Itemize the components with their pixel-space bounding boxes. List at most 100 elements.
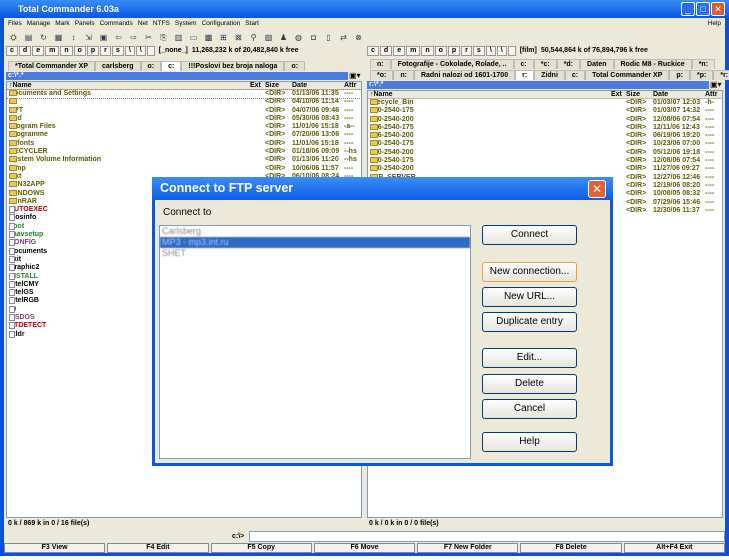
drive-button-5[interactable]: o [73,46,86,56]
menu-ntfs[interactable]: NTFS [153,18,170,30]
menu-net[interactable]: Net [138,18,148,30]
file-row[interactable]: psfonts <DIR> 11/01/06 15:18 ---- [7,139,361,148]
cut-icon[interactable]: ✂ [143,32,154,43]
menu-panels[interactable]: Panels [75,18,95,30]
drive-button-11[interactable] [146,46,155,56]
user-icon[interactable]: ♟ [278,32,289,43]
drive-button-0[interactable]: c [6,46,18,56]
folder-tab[interactable]: carlsberg [95,60,141,71]
folder-tab[interactable]: *o: [370,69,394,80]
file-row[interactable]: .Recycle_Bin <DIR> 01/03/07 12:03 -h- [368,99,722,107]
folder-tab[interactable]: c: [513,58,534,69]
column-date[interactable]: Date [292,82,307,90]
drive-button-8[interactable]: s [111,46,124,56]
compare-icon[interactable]: ⊞ [218,32,229,43]
folder-tab[interactable]: *c: [533,58,557,69]
menu-files[interactable]: Files [8,18,22,30]
connection-item[interactable]: SHET [160,248,470,259]
connection-item[interactable]: Carlsberg [160,226,470,237]
drive-button-4[interactable]: n [60,46,73,56]
column-size[interactable]: Size [265,82,279,90]
drive-button-7[interactable]: r [461,46,472,56]
folder-icon[interactable]: ▭ [188,32,199,43]
drive-button-9[interactable]: \ [485,46,496,56]
folder-tab[interactable]: c: [564,69,586,80]
folder-tab[interactable]: Total Commander XP [585,69,670,80]
copy-icon[interactable]: ⎘ [158,32,169,43]
sync-icon[interactable]: ⊠ [233,32,244,43]
folder-tab[interactable]: p: [669,69,691,80]
grid-icon[interactable]: ▦ [53,32,64,43]
notes-icon[interactable]: ▧ [263,32,274,43]
command-input[interactable] [249,531,725,542]
view-icon[interactable]: ▤ [23,32,34,43]
file-row[interactable]: Programme <DIR> 07/20/06 13:06 ---- [7,131,361,139]
column-attr[interactable]: Attr [344,82,356,90]
drive-button-4[interactable]: n [421,46,434,56]
file-row[interactable]: System Volume Information <DIR> 01/13/06 1… [7,156,361,164]
folder-tab[interactable]: *p: [690,69,714,80]
drive-button-10[interactable]: \ [496,46,507,56]
fkey-f7[interactable]: F7 New Folder [417,543,519,553]
column-name[interactable]: ↑Name [370,91,393,99]
folder-tab[interactable]: *d: [556,58,581,69]
new-url-button[interactable]: New URL... [482,287,577,307]
file-row[interactable]: 520-2540-175 <DIR> 12/08/06 07:54 ---- [368,157,722,165]
column-name[interactable]: ↑Name [9,82,32,90]
connection-item[interactable]: MP3 - mp3.int.ru [160,237,470,248]
folder-tab[interactable]: *n: [691,58,716,69]
menu-start[interactable]: Start [245,18,259,30]
globe-icon[interactable]: ◍ [293,32,304,43]
drive-button-8[interactable]: s [472,46,485,56]
file-row[interactable]: 356-2540-200 <DIR> 06/19/06 19:20 ---- [368,132,722,140]
menu-help[interactable]: Help [708,18,721,30]
file-row[interactable]: 310-2540-175 <DIR> 01/03/07 14:32 ---- [368,107,722,115]
help-button[interactable]: Help [482,432,577,452]
dir-tree-icon[interactable]: ⛭ [8,32,19,43]
refresh-icon[interactable]: ↻ [38,32,49,43]
menu-commands[interactable]: Commands [100,18,133,30]
left-history-buttons[interactable]: ▣▾ [349,71,361,80]
drive-button-11[interactable] [507,46,516,56]
file-row[interactable]: RECYCLER <DIR> 01/18/06 09:09 --hs [7,148,361,156]
file-row[interactable]: 356-2540-175 <DIR> 12/11/06 12:43 ---- [368,123,722,132]
fkey-f3[interactable]: F3 View [4,543,106,553]
dialog-close-button[interactable]: ✕ [588,180,606,198]
pack-icon[interactable]: ▩ [203,32,214,43]
file-row[interactable]: 520-2540-200 <DIR> 11/27/06 09:27 ---- [368,165,722,173]
fkey-f4[interactable]: F4 Edit [107,543,209,553]
connection-list[interactable]: Carlsberg MP3 - mp3.int.ru SHET [159,225,471,459]
fkey-alt-f4[interactable]: Alt+F4 Exit [623,543,725,553]
delete-button[interactable]: Delete [482,374,577,394]
drive-button-2[interactable]: e [32,46,45,56]
folder-tab[interactable]: !!!Poslovi bez broja naloga [181,60,285,71]
search-icon[interactable]: ⚲ [248,32,259,43]
folder-tab[interactable]: *r: [713,69,729,80]
file-row[interactable]: 460-2540-200 <DIR> 05/12/06 19:18 ---- [368,148,722,157]
menu-manage[interactable]: Manage [27,18,51,30]
folder-tab[interactable]: Fotografije - Cokolade, Rolade, .. [390,58,514,69]
drive-button-6[interactable]: p [447,46,461,56]
drive-button-3[interactable]: m [406,46,421,56]
forward-icon[interactable]: ⇨ [128,32,139,43]
folder-tab[interactable]: o: [140,60,162,71]
paste-icon[interactable]: ▥ [173,32,184,43]
right-history-buttons[interactable]: ▣▾ [710,80,722,89]
column-ext[interactable]: Ext [611,91,622,99]
connect-button[interactable]: Connect [482,225,577,245]
ftp-icon[interactable]: ⇄ [338,32,349,43]
fkey-f5[interactable]: F5 Copy [210,543,312,553]
folder-tab[interactable]: Daten [580,58,614,69]
drive-button-2[interactable]: e [393,46,406,56]
drive-button-3[interactable]: m [45,46,60,56]
minimize-button[interactable]: _ [681,2,695,16]
folder-tab[interactable]: Radni nalozi od 1601-1700 [413,69,516,80]
fkey-f8[interactable]: F8 Delete [520,543,622,553]
drive-button-7[interactable]: r [100,46,111,56]
menu-system[interactable]: System [175,18,197,30]
folder-tab[interactable]: n: [393,69,414,80]
file-row[interactable]: temp <DIR> 10/06/06 11:57 ---- [7,164,361,173]
back-icon[interactable]: ⇦ [113,32,124,43]
ftp-disconnect-icon[interactable]: ⊗ [353,32,364,43]
folder-tab[interactable]: Rodic M8 - Ruckice [613,58,692,69]
